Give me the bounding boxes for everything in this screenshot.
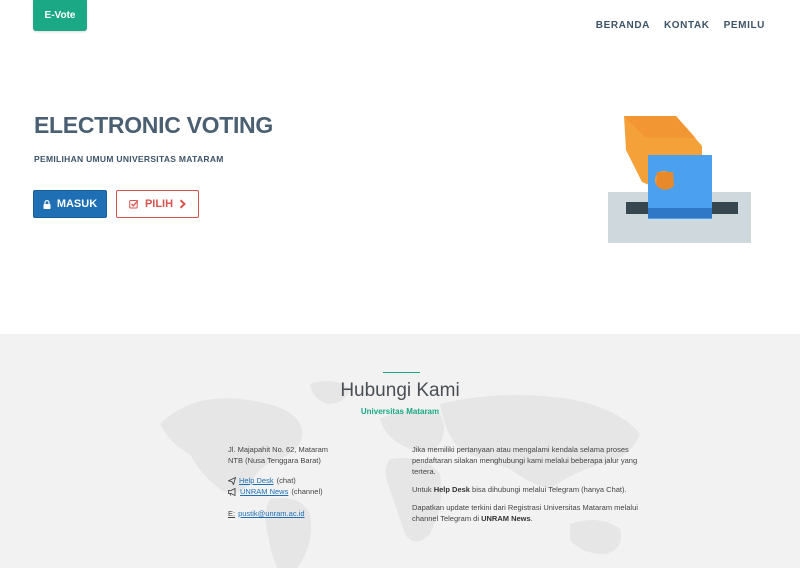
contact-subtitle: Universitas Mataram: [360, 407, 440, 416]
checkbox-icon: [129, 199, 139, 209]
address-line1: Jl. Majapahit No. 62, Mataram: [228, 445, 329, 454]
main-nav: BERANDA KONTAK PEMILU: [596, 20, 765, 31]
helpdesk-suffix: (chat): [276, 476, 296, 485]
news-link[interactable]: UNRAM News: [240, 486, 288, 497]
email-row: E: pustik@unram.ac.id: [228, 508, 378, 519]
ballot-box-illustration: [608, 116, 751, 243]
hero-subtitle: PEMILIHAN UMUM UNIVERSITAS MATARAM: [34, 154, 224, 164]
pilih-button[interactable]: PILIH: [116, 190, 199, 218]
lock-icon: [43, 199, 51, 209]
news-suffix: (channel): [291, 487, 323, 496]
news-row: UNRAM News (channel): [228, 486, 378, 497]
info-paragraph-3: Dapatkan update terkini dari Registrasi …: [412, 503, 638, 523]
contact-section: Hubungi Kami Universitas Mataram Jl. Maj…: [0, 334, 800, 568]
section-divider: [383, 372, 420, 373]
page: E-Vote BERANDA KONTAK PEMILU ELECTRONIC …: [0, 0, 800, 568]
masuk-button[interactable]: MASUK: [33, 190, 107, 218]
send-icon: [228, 476, 236, 485]
helpdesk-row: Help Desk (chat): [228, 475, 378, 486]
nav-kontak[interactable]: KONTAK: [664, 20, 710, 31]
nav-pemilu[interactable]: PEMILU: [724, 20, 765, 31]
hero-title: ELECTRONIC VOTING: [34, 112, 273, 138]
email-key: E:: [228, 509, 236, 518]
helpdesk-link[interactable]: Help Desk: [239, 475, 274, 486]
address-line2: NTB (Nusa Tenggara Barat): [228, 456, 321, 465]
megaphone-icon: [228, 487, 237, 496]
address: Jl. Majapahit No. 62, Mataram NTB (Nusa …: [228, 444, 378, 466]
email-link[interactable]: pustik@unram.ac.id: [238, 508, 304, 519]
helpdesk-bold: Help Desk: [433, 485, 470, 494]
brand-logo[interactable]: E-Vote: [33, 0, 87, 31]
chevron-right-icon: [179, 199, 187, 209]
info-paragraph-1: Jika memiliki pertanyaan atau mengalami …: [412, 445, 638, 476]
masuk-label: MASUK: [56, 198, 98, 210]
info-paragraph-2: Untuk Help Desk bisa dihubungi melalui T…: [412, 485, 627, 494]
nav-beranda[interactable]: BERANDA: [596, 20, 650, 31]
contact-info-text: Jika memiliki pertanyaan atau mengalami …: [412, 444, 642, 531]
contact-title: Hubungi Kami: [340, 380, 460, 401]
contact-details: Jl. Majapahit No. 62, Mataram NTB (Nusa …: [228, 444, 378, 519]
news-bold: UNRAM News: [481, 514, 531, 523]
pilih-label: PILIH: [144, 198, 174, 210]
